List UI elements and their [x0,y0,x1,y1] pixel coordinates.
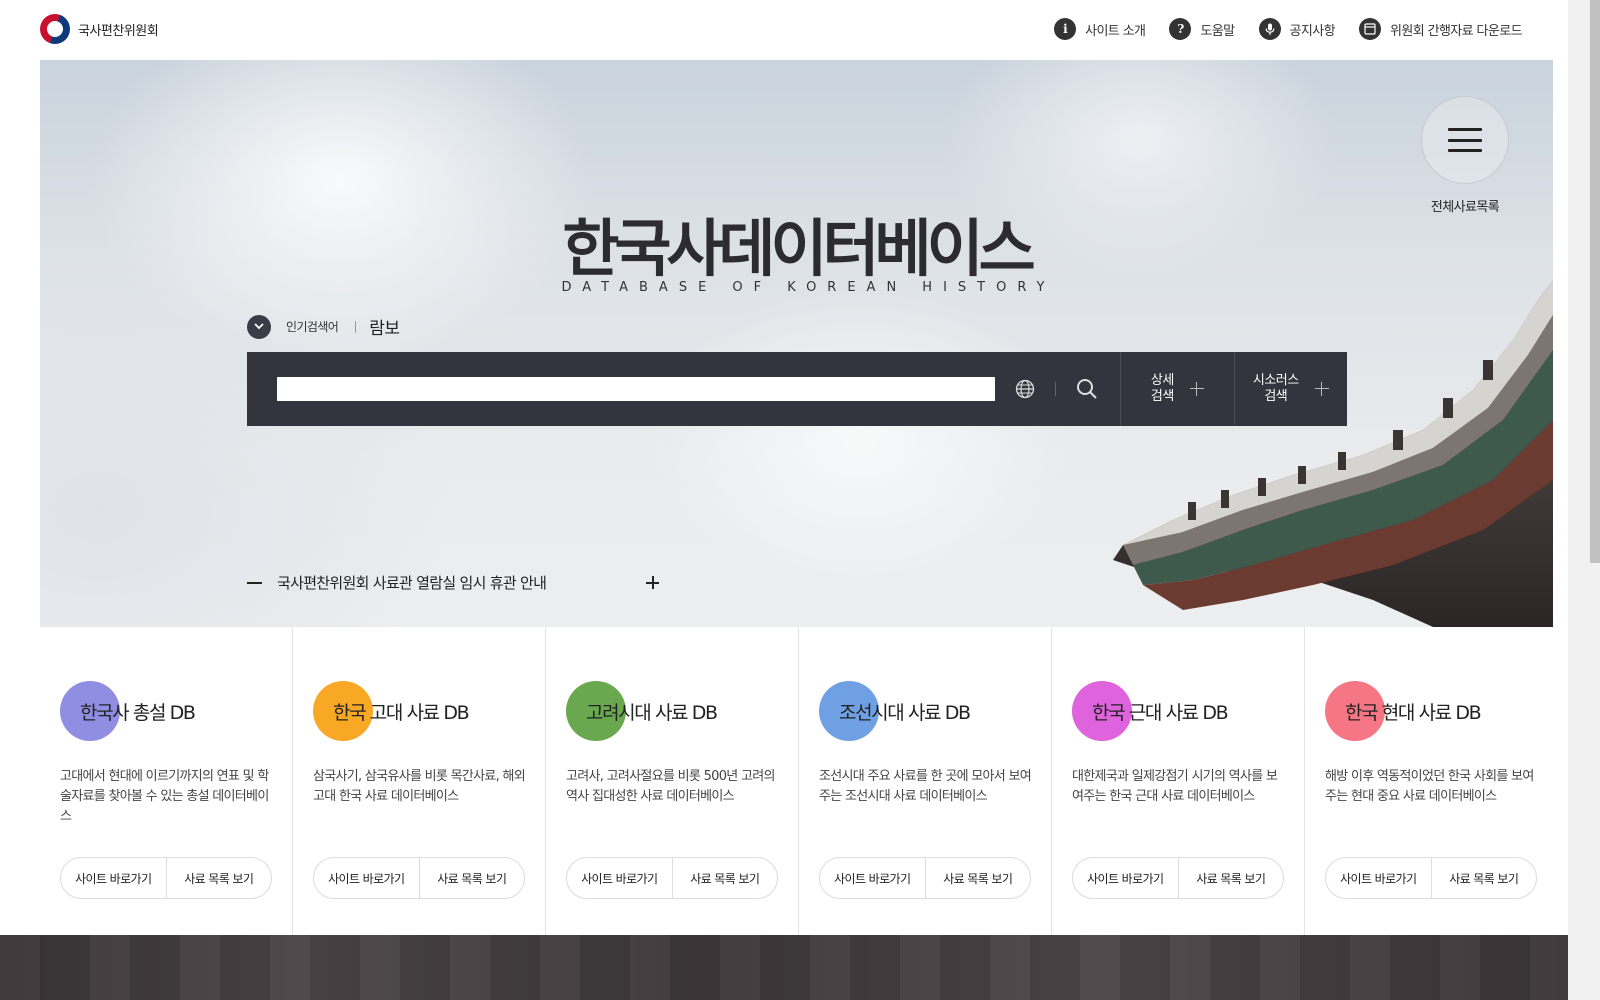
source-list-button[interactable]: 사료 목록 보기 [1177,858,1284,898]
card-description: 삼국사기, 삼국유사를 비롯 목간사료, 해외 고대 한국 사료 데이터베이스 [313,769,526,804]
info-icon: i [1054,18,1077,40]
db-card: 조선시대 사료 DB 조선시대 주요 사료를 한 곳에 모아서 보여주는 조선시… [799,627,1052,935]
card-buttons: 사이트 바로가기 사료 목록 보기 [566,857,778,899]
notice-link[interactable]: 국사편찬위원회 사료관 열람실 임시 휴관 안내 [247,572,659,593]
popular-search-term[interactable]: 람보 [369,314,400,339]
site-link-button[interactable]: 사이트 바로가기 [314,858,419,898]
card-buttons: 사이트 바로가기 사료 목록 보기 [313,857,525,899]
site-link-button[interactable]: 사이트 바로가기 [820,858,925,898]
card-buttons: 사이트 바로가기 사료 목록 보기 [819,857,1031,899]
nav-label: 위원회 간행자료 다운로드 [1389,23,1523,39]
site-link-button[interactable]: 사이트 바로가기 [1326,858,1431,898]
db-card: 고려시대 사료 DB 고려사, 고려사절요를 비롯 500년 고려의 역사 집대… [546,627,799,935]
card-description: 조선시대 주요 사료를 한 곳에 모아서 보여주는 조선시대 사료 데이터베이스 [819,769,1032,804]
taegeuk-logo-icon [40,14,70,44]
menu-label: 전체사료목록 [1430,200,1500,215]
card-buttons: 사이트 바로가기 사료 목록 보기 [60,857,272,899]
hero-banner: 한국사데이터베이스 DATABASE OF KOREAN HISTORY 전체사… [40,60,1553,627]
search-bar: 상세 검색 시소러스 검색 [247,352,1347,426]
globe-icon[interactable] [1013,377,1037,401]
card-buttons: 사이트 바로가기 사료 목록 보기 [1325,857,1537,899]
card-title[interactable]: 한국 근대 사료 DB [1092,698,1229,725]
card-title[interactable]: 조선시대 사료 DB [839,698,971,725]
site-logo[interactable]: 국사편찬위원회 [40,14,159,44]
advanced-search-button[interactable]: 상세 검색 [1120,352,1233,426]
card-description: 해방 이후 역동적이었던 한국 사회를 보여주는 현대 중요 사료 데이터베이스 [1325,769,1534,804]
source-list-button[interactable]: 사료 목록 보기 [1430,858,1537,898]
db-card: 한국사 총설 DB 고대에서 현대에 이르기까지의 연표 및 학술자료를 찾아볼… [40,627,293,935]
card-title[interactable]: 한국 현대 사료 DB [1345,698,1482,725]
site-link-button[interactable]: 사이트 바로가기 [567,858,672,898]
nav-label: 공지사항 [1289,23,1336,39]
popular-searches-label: 인기검색어 [286,320,339,334]
db-card: 한국 현대 사료 DB 해방 이후 역동적이었던 한국 사회를 보여주는 현대 … [1305,627,1557,935]
card-header: 고려시대 사료 DB [566,681,778,741]
card-description: 고대에서 현대에 이르기까지의 연표 및 학술자료를 찾아볼 수 있는 총설 데… [60,769,269,824]
advanced-search-label: 상세 검색 [1150,373,1174,404]
site-link-button[interactable]: 사이트 바로가기 [1073,858,1178,898]
source-list-button[interactable]: 사료 목록 보기 [165,858,272,898]
nav-publications-download[interactable]: 위원회 간행자료 다운로드 [1358,18,1523,40]
page-subtitle: DATABASE OF KOREAN HISTORY [561,280,1056,295]
card-title[interactable]: 한국사 총설 DB [80,698,196,725]
document-icon [1358,18,1381,40]
hamburger-icon [1448,128,1482,152]
logo-text: 국사편찬위원회 [78,23,159,39]
card-header: 한국 현대 사료 DB [1325,681,1537,741]
search-input[interactable] [277,377,996,401]
microphone-icon [1258,18,1281,40]
divider [355,320,357,333]
source-list-button[interactable]: 사료 목록 보기 [671,858,778,898]
card-title[interactable]: 고려시대 사료 DB [586,698,718,725]
plus-icon [1314,382,1329,396]
nav-site-intro[interactable]: i 사이트 소개 [1054,18,1146,40]
card-buttons: 사이트 바로가기 사료 목록 보기 [1072,857,1284,899]
scrollbar-thumb[interactable] [1590,0,1600,563]
plus-icon [1189,382,1204,396]
card-description: 대한제국과 일제강점기 시기의 역사를 보여주는 한국 근대 사료 데이터베이스 [1072,769,1278,804]
chevron-down-icon[interactable] [247,314,271,339]
card-header: 한국 고대 사료 DB [313,681,525,741]
page-scrollbar[interactable] [1568,0,1600,1000]
top-navigation: i 사이트 소개 ? 도움말 공지사항 위원회 간행자료 다운로드 [1054,18,1523,40]
source-list-button[interactable]: 사료 목록 보기 [418,858,525,898]
card-header: 한국 근대 사료 DB [1072,681,1284,741]
nav-help[interactable]: ? 도움말 [1169,18,1235,40]
menu-button[interactable] [1421,96,1509,184]
page-title: 한국사데이터베이스 [562,212,1035,285]
help-icon: ? [1169,18,1192,40]
thesaurus-search-label: 시소러스 검색 [1252,373,1299,404]
card-description: 고려사, 고려사절요를 비롯 500년 고려의 역사 집대성한 사료 데이터베이… [566,769,775,804]
db-card: 한국 고대 사료 DB 삼국사기, 삼국유사를 비롯 목간사료, 해외 고대 한… [293,627,546,935]
search-icon[interactable] [1074,376,1100,402]
site-link-button[interactable]: 사이트 바로가기 [61,858,166,898]
database-cards: 한국사 총설 DB 고대에서 현대에 이르기까지의 연표 및 학술자료를 찾아볼… [40,627,1553,935]
card-header: 조선시대 사료 DB [819,681,1031,741]
footer-banner-image [0,935,1568,1000]
nav-label: 사이트 소개 [1085,23,1146,39]
db-card: 한국 근대 사료 DB 대한제국과 일제강점기 시기의 역사를 보여주는 한국 … [1052,627,1305,935]
popular-searches: 인기검색어 람보 [247,314,400,339]
full-catalog-menu: 전체사료목록 [1421,96,1509,215]
nav-notices[interactable]: 공지사항 [1258,18,1336,40]
source-list-button[interactable]: 사료 목록 보기 [924,858,1031,898]
dash-icon [247,581,262,584]
palace-roof-illustration [1113,280,1553,627]
divider [1055,382,1057,396]
notice-text: 국사편찬위원회 사료관 열람실 임시 휴관 안내 [277,574,547,592]
card-header: 한국사 총설 DB [60,681,272,741]
card-title[interactable]: 한국 고대 사료 DB [333,698,470,725]
thesaurus-search-button[interactable]: 시소러스 검색 [1233,352,1347,426]
nav-label: 도움말 [1200,23,1235,39]
plus-icon [646,576,659,589]
site-header: 국사편찬위원회 i 사이트 소개 ? 도움말 공지사항 위원회 간행자료 다운로… [0,0,1568,60]
